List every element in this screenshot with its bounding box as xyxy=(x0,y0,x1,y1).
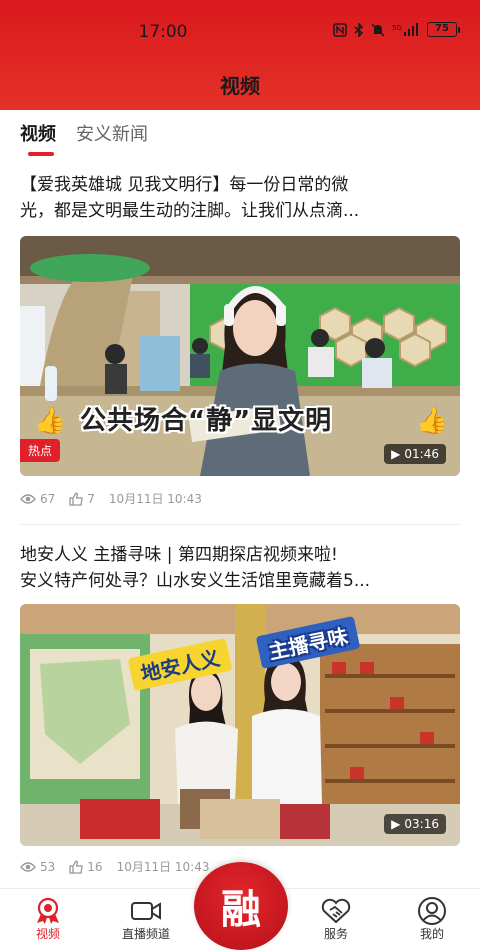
view-count: 53 xyxy=(20,860,55,874)
like-count-text: 7 xyxy=(87,491,95,506)
hot-badge: 热点 xyxy=(20,439,61,462)
library-scene-image xyxy=(20,236,460,476)
store-scene-image xyxy=(20,604,460,846)
like-icon xyxy=(69,859,84,874)
nav-video[interactable]: 视频 xyxy=(8,897,88,942)
eye-icon xyxy=(20,861,36,872)
article-title-line: 【爱我英雄城 见我文明行】每一份日常的微 xyxy=(20,175,349,195)
article-meta: 67 7 10月11日 10:43 xyxy=(20,490,202,507)
like-count-text: 16 xyxy=(87,859,103,874)
publish-date: 10月11日 10:43 xyxy=(108,492,202,506)
article-title-line: 光，都是文明最生动的注脚。让我们从点滴... xyxy=(20,201,360,221)
play-icon: ▶ xyxy=(391,447,401,461)
publish-date: 10月11日 10:43 xyxy=(116,860,210,874)
status-icons: 5G 75 xyxy=(333,22,460,37)
video-caption: 公共场合“静”显文明 xyxy=(80,406,333,436)
video-thumbnail[interactable]: 地安人义 主播寻味 ▶ 03:16 xyxy=(20,604,460,846)
tab-video[interactable]: 视频 xyxy=(20,120,56,156)
nfc-icon xyxy=(333,22,347,37)
nav-label: 我的 xyxy=(419,927,444,941)
eye-icon xyxy=(20,493,36,504)
nav-label: 视频 xyxy=(35,927,60,941)
thumbs-up-emoji-left: 👍 xyxy=(34,406,67,436)
status-time: 17:00 xyxy=(138,22,188,42)
nav-mine[interactable]: 我的 xyxy=(392,897,472,942)
nav-label: 服务 xyxy=(323,927,348,941)
tab-bar: 视频 安义新闻 xyxy=(20,120,148,156)
video-duration: ▶ 03:16 xyxy=(384,814,446,834)
camera-icon xyxy=(131,902,161,920)
tab-label: 安义新闻 xyxy=(76,124,148,145)
duration-text: 03:16 xyxy=(404,817,439,831)
status-bar: 17:00 5G 75 xyxy=(0,0,480,62)
rong-media-button[interactable]: 融 xyxy=(194,862,288,950)
duration-text: 01:46 xyxy=(404,447,439,461)
svg-text:5G: 5G xyxy=(392,24,402,32)
video-ribbon-icon xyxy=(37,897,59,924)
video-thumbnail[interactable]: 公共场合“静”显文明 👍 👍 热点 ▶ 01:46 xyxy=(20,236,460,476)
handshake-icon xyxy=(321,898,351,924)
battery-level: 75 xyxy=(427,22,457,37)
bluetooth-icon xyxy=(354,22,364,37)
like-count[interactable]: 7 xyxy=(69,492,95,506)
video-article[interactable]: 【爱我英雄城 见我文明行】每一份日常的微 光，都是文明最生动的注脚。让我们从点滴… xyxy=(20,172,460,224)
mute-icon xyxy=(371,22,385,37)
nav-label: 直播频道 xyxy=(121,927,170,941)
article-title-line: 安义特产何处寻？山水安义生活馆里竟藏着5... xyxy=(20,571,371,591)
view-count-text: 67 xyxy=(40,491,56,506)
nav-service[interactable]: 服务 xyxy=(296,897,376,942)
view-count: 67 xyxy=(20,492,55,506)
user-icon xyxy=(418,897,446,925)
thumbs-up-emoji-right: 👍 xyxy=(416,406,449,436)
tab-label: 视频 xyxy=(20,124,56,145)
rong-logo: 融 xyxy=(221,886,261,933)
video-article[interactable]: 地安人义 主播寻味 | 第四期探店视频来啦! 安义特产何处寻？山水安义生活馆里竟… xyxy=(20,542,460,594)
divider xyxy=(20,524,460,525)
like-count[interactable]: 16 xyxy=(69,859,103,874)
app-header: 17:00 5G 75 视频 xyxy=(0,0,480,110)
video-duration: ▶ 01:46 xyxy=(384,444,446,464)
signal-5g-icon: 5G xyxy=(392,22,418,36)
page-title: 视频 xyxy=(220,74,260,98)
tab-active-indicator xyxy=(28,152,54,156)
article-title-line: 地安人义 主播寻味 | 第四期探店视频来啦! xyxy=(20,545,338,565)
nav-live-channel[interactable]: 直播频道 xyxy=(106,897,186,942)
battery-icon: 75 xyxy=(427,22,460,37)
tab-anyi-news[interactable]: 安义新闻 xyxy=(76,120,148,156)
article-meta: 53 16 10月11日 10:43 xyxy=(20,858,210,875)
like-icon xyxy=(69,491,84,506)
play-icon: ▶ xyxy=(391,817,401,831)
view-count-text: 53 xyxy=(40,859,56,874)
